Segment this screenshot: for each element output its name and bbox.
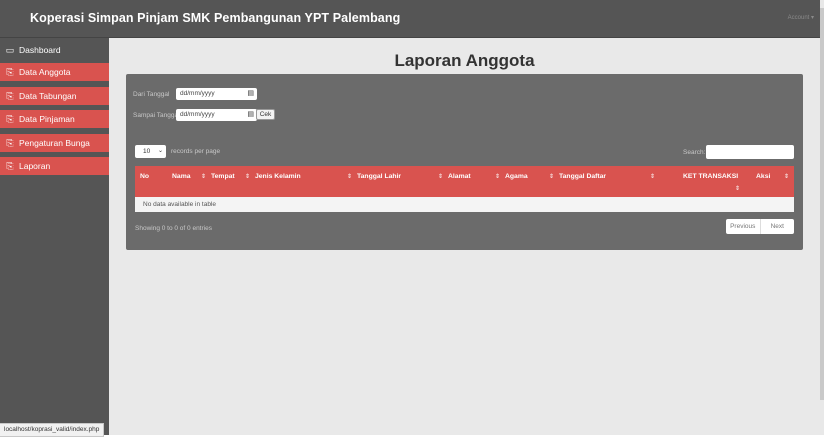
to-date-label: Sampai Tanggal	[133, 112, 180, 119]
sort-icon[interactable]: ⇕	[347, 173, 352, 180]
column-header-nama[interactable]: Nama	[172, 173, 191, 180]
sidebar: ▭ Dashboard ⎘ Data Anggota ⎘ Data Tabung…	[0, 38, 109, 435]
column-header-ket-transaksi[interactable]: KET TRANSAKSI	[683, 173, 738, 180]
sort-icon[interactable]: ⇕	[735, 185, 740, 192]
page-title: Laporan Anggota	[394, 51, 535, 70]
sidebar-item-label: Laporan	[19, 161, 51, 171]
sort-icon[interactable]: ⇕	[201, 173, 206, 180]
chevron-down-icon: ⌄	[157, 148, 163, 154]
sort-icon[interactable]: ⇕	[784, 173, 789, 180]
previous-button[interactable]: Previous	[726, 219, 760, 234]
sidebar-item-label: Data Pinjaman	[19, 114, 75, 124]
table-empty-row: No data available in table	[135, 197, 794, 212]
account-menu[interactable]: Account ▾	[788, 14, 814, 21]
column-header-tempat[interactable]: Tempat	[211, 173, 235, 180]
monitor-icon: ▭	[5, 45, 15, 55]
members-table: No Nama ⇕ Tempat ⇕ Jenis Kelamin ⇕ Tangg…	[135, 166, 794, 212]
search-input[interactable]	[706, 145, 794, 159]
column-header-no[interactable]: No	[140, 173, 149, 180]
sidebar-item-pengaturan-bunga[interactable]: ⎘ Pengaturan Bunga	[0, 134, 109, 152]
report-panel: Dari Tanggal dd/mm/yyyy ▤ Sampai Tanggal…	[126, 74, 803, 250]
sidebar-item-laporan[interactable]: ⎘ Laporan	[0, 157, 109, 175]
main-content: Laporan Anggota Dari Tanggal dd/mm/yyyy …	[109, 38, 820, 435]
calendar-icon[interactable]: ▤	[247, 90, 254, 98]
sidebar-item-label: Dashboard	[19, 45, 61, 55]
copy-icon: ⎘	[6, 67, 14, 77]
records-per-page-select[interactable]: 10 ⌄	[135, 145, 166, 158]
calendar-icon[interactable]: ▤	[247, 111, 254, 119]
sidebar-item-data-anggota[interactable]: ⎘ Data Anggota	[0, 63, 109, 81]
table-info: Showing 0 to 0 of 0 entries	[135, 225, 212, 232]
copy-icon: ⎘	[6, 114, 14, 124]
sidebar-item-label: Pengaturan Bunga	[19, 138, 90, 148]
sidebar-item-label: Data Tabungan	[19, 91, 77, 101]
from-date-input[interactable]: dd/mm/yyyy ▤	[176, 88, 257, 100]
scrollbar[interactable]	[820, 0, 824, 435]
next-button[interactable]: Next	[759, 219, 795, 234]
records-per-page-label: records per page	[171, 148, 221, 155]
search-label: Search:	[683, 149, 706, 156]
sort-icon[interactable]: ⇕	[245, 173, 250, 180]
pagination: Previous Next	[726, 219, 794, 234]
copy-icon: ⎘	[6, 161, 14, 171]
sidebar-item-data-pinjaman[interactable]: ⎘ Data Pinjaman	[0, 110, 109, 128]
sidebar-item-dashboard[interactable]: ▭ Dashboard	[0, 41, 109, 59]
column-header-tanggal-daftar[interactable]: Tanggal Daftar	[559, 173, 606, 180]
column-header-aksi[interactable]: Aksi	[756, 173, 770, 180]
sidebar-item-data-tabungan[interactable]: ⎘ Data Tabungan	[0, 87, 109, 105]
from-date-label: Dari Tanggal	[133, 91, 170, 98]
sidebar-item-label: Data Anggota	[19, 67, 71, 77]
table-header: No Nama ⇕ Tempat ⇕ Jenis Kelamin ⇕ Tangg…	[135, 166, 794, 197]
sort-icon[interactable]: ⇕	[549, 173, 554, 180]
check-button[interactable]: Cek	[256, 109, 275, 120]
brand-title[interactable]: Koperasi Simpan Pinjam SMK Pembangunan Y…	[30, 11, 400, 25]
scrollbar-thumb[interactable]	[820, 8, 824, 400]
copy-icon: ⎘	[6, 138, 14, 148]
column-header-agama[interactable]: Agama	[505, 173, 528, 180]
sort-icon[interactable]: ⇕	[495, 173, 500, 180]
sort-icon[interactable]: ⇕	[650, 173, 655, 180]
top-navbar: Koperasi Simpan Pinjam SMK Pembangunan Y…	[0, 0, 820, 38]
copy-icon: ⎘	[6, 91, 14, 101]
column-header-jenis-kelamin[interactable]: Jenis Kelamin	[255, 173, 301, 180]
column-header-alamat[interactable]: Alamat	[448, 173, 471, 180]
sort-icon[interactable]: ⇕	[438, 173, 443, 180]
column-header-tanggal-lahir[interactable]: Tanggal Lahir	[357, 173, 401, 180]
to-date-input[interactable]: dd/mm/yyyy ▤	[176, 109, 257, 121]
